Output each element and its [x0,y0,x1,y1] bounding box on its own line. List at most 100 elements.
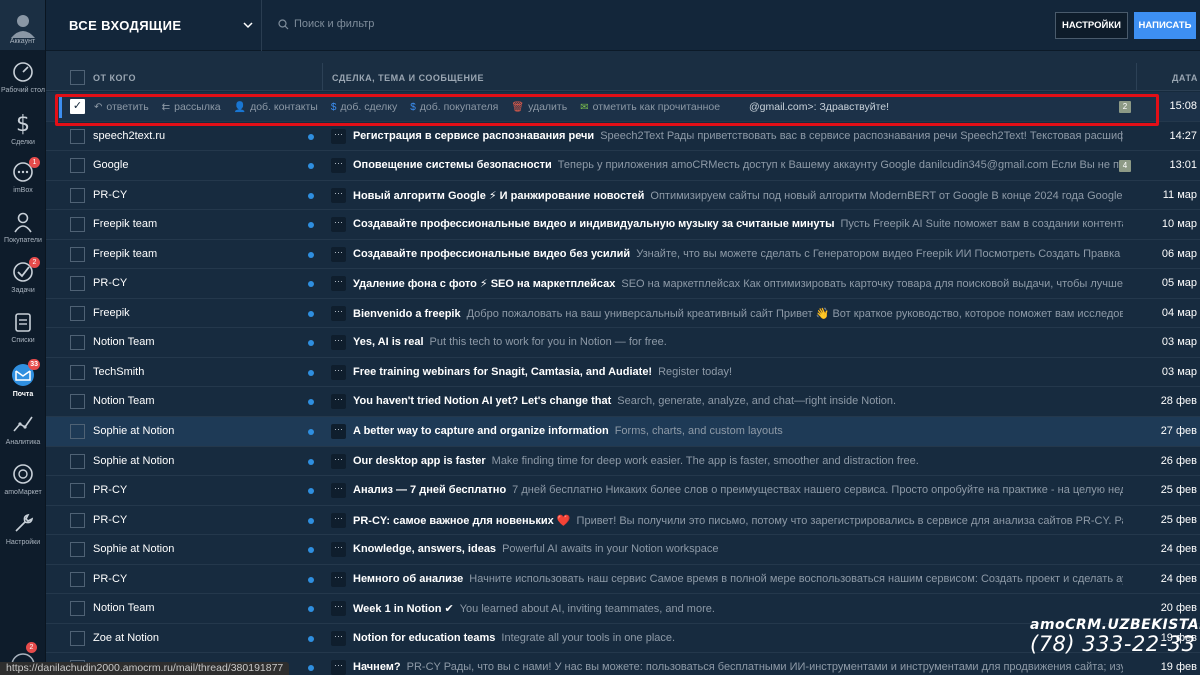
email-row[interactable]: PR-CY ··· Немного об анализе Начните исполь… [46,564,1200,595]
sidebar-item-label: Сделки [11,139,35,146]
email-row[interactable]: Notion Team ··· You haven't tried Notion A… [46,387,1200,418]
more-options-icon[interactable]: ··· [331,512,346,528]
dollar-icon: $ [11,110,35,136]
email-preview: Make finding time for deep work easier. … [491,454,919,467]
action-reply[interactable]: ↶ ответить [94,101,149,113]
email-date: 19 фев [1160,661,1197,674]
email-row[interactable]: Freepik team ··· Создавайте профессиональн… [46,210,1200,240]
inbox-folder-selector[interactable]: ВСЕ ВХОДЯЩИЕ [46,0,262,51]
more-options-icon[interactable]: ··· [331,305,346,321]
email-row[interactable]: PR-CY ··· Анализ — 7 дней бесплатно 7 дней … [46,476,1200,506]
thread-count-badge: 2 [1119,101,1131,113]
row-checkbox[interactable] [70,630,85,646]
email-subject: Yes, AI is real [353,336,424,349]
select-all-checkbox[interactable] [70,70,85,85]
email-date: 20 фев [1160,602,1197,615]
sidebar-item-7[interactable]: Аналитика [0,412,46,447]
action-trash[interactable]: 🗑 удалить [511,101,567,113]
email-row[interactable]: speech2text.ru ··· Регистрация в сервисе р… [46,121,1200,152]
email-row[interactable]: TechSmith ··· Free training webinars for S… [46,357,1200,388]
more-options-icon[interactable]: ··· [331,483,346,499]
email-row[interactable]: PR-CY ··· PR-CY: самое важное для новеньки… [46,505,1200,536]
email-row[interactable]: PR-CY ··· Новый алгоритм Google ⚡ И ранжир… [46,180,1200,211]
row-checkbox[interactable] [70,364,85,380]
email-row[interactable]: Sophie at Notion ··· Our desktop app is fa… [46,446,1200,477]
more-options-icon[interactable]: ··· [331,217,346,233]
email-row[interactable]: Notion Team ··· Week 1 in Notion ✔ You lear… [46,594,1200,624]
more-options-icon[interactable]: ··· [331,601,346,617]
action-add-customer[interactable]: $ доб. покупателя [410,101,498,113]
email-row[interactable]: Sophie at Notion ··· Knowledge, answers, i… [46,535,1200,565]
sidebar-item-5[interactable]: Списки [0,310,46,345]
row-checkbox[interactable] [70,158,85,174]
row-checkbox[interactable] [70,217,85,233]
row-checkbox[interactable] [70,394,85,410]
email-row[interactable]: Google ··· Оповещение системы безопасности… [46,151,1200,181]
action-reply-all[interactable]: ⇇ рассылка [162,101,221,113]
action-label: отметить как прочитанное [592,101,721,113]
more-options-icon[interactable]: ··· [331,246,346,262]
sidebar-item-9[interactable]: Настройки [0,512,46,547]
row-checkbox-checked[interactable]: ✓ [70,99,85,114]
sidebar-item-1[interactable]: $ Сделки [0,110,46,147]
settings-button[interactable]: НАСТРОЙКИ [1055,12,1128,39]
more-options-icon[interactable]: ··· [331,660,346,675]
sidebar-item-0[interactable]: Рабочий стол [0,60,46,95]
top-bar: ВСЕ ВХОДЯЩИЕ Поиск и фильтр НАСТРОЙКИ НА… [46,0,1200,51]
row-checkbox[interactable] [70,542,85,558]
email-row[interactable]: Freepik team ··· Создавайте профессиональн… [46,239,1200,270]
row-checkbox[interactable] [70,571,85,587]
more-options-icon[interactable]: ··· [331,158,346,174]
sidebar-item-8[interactable]: amoМаркет [0,462,46,497]
more-options-icon[interactable]: ··· [331,394,346,410]
column-from[interactable]: ОТ КОГО [93,73,136,83]
column-header: ОТ КОГО СДЕЛКА, ТЕМА И СООБЩЕНИЕ ДАТА [46,51,1200,91]
action-add-contact[interactable]: 👤 доб. контакты [234,101,318,113]
email-row[interactable]: Sophie at Notion ··· A better way to captu… [46,417,1200,447]
sidebar-item-3[interactable]: Покупатели [0,210,46,245]
row-checkbox[interactable] [70,305,85,321]
more-options-icon[interactable]: ··· [331,542,346,558]
email-row[interactable]: PR-CY ··· Удаление фона с фото ⚡ SEO на ма… [46,269,1200,299]
more-options-icon[interactable]: ··· [331,453,346,469]
row-checkbox[interactable] [70,453,85,469]
sidebar-item-2[interactable]: imBox 1 [0,157,46,195]
more-options-icon[interactable]: ··· [331,364,346,380]
column-date[interactable]: ДАТА [1172,73,1198,83]
unread-dot [308,192,314,199]
email-row[interactable]: Zoe at Notion ··· Notion for education tea… [46,623,1200,654]
email-date: 11 мар [1162,188,1197,201]
column-subject[interactable]: СДЕЛКА, ТЕМА И СООБЩЕНИЕ [332,73,484,83]
row-checkbox[interactable] [70,335,85,351]
email-row[interactable]: Freepik ··· Bienvenido a freepik Добро пожа… [46,298,1200,329]
action-add-deal[interactable]: $ доб. сделку [331,101,397,113]
email-preview: Forms, charts, and custom layouts [614,425,783,438]
row-checkbox[interactable] [70,246,85,262]
more-options-icon[interactable]: ··· [331,424,346,440]
more-options-icon[interactable]: ··· [331,187,346,203]
sidebar-item-6[interactable]: Почта 33 [0,359,46,399]
more-options-icon[interactable]: ··· [331,630,346,646]
account-item[interactable]: Аккаунт [0,0,45,50]
selected-email-row[interactable]: ✓ ↶ ответить ⇇ рассылка 👤 доб. контакты $ доб. … [46,92,1200,122]
row-checkbox[interactable] [70,187,85,203]
compose-button[interactable]: НАПИСАТЬ [1134,12,1196,39]
email-row[interactable]: Notion Team ··· Yes, AI is real Put this te… [46,328,1200,358]
sidebar-item-4[interactable]: Задачи 2 [0,257,46,295]
row-checkbox[interactable] [70,512,85,528]
search-input[interactable]: Поиск и фильтр [278,18,374,30]
row-checkbox[interactable] [70,601,85,617]
email-date: 15:08 [1169,100,1197,112]
email-subject: A better way to capture and organize inf… [353,425,609,438]
more-options-icon[interactable]: ··· [331,128,346,144]
row-checkbox[interactable] [70,276,85,292]
more-options-icon[interactable]: ··· [331,335,346,351]
row-checkbox[interactable] [70,483,85,499]
more-options-icon[interactable]: ··· [331,276,346,292]
more-options-icon[interactable]: ··· [331,571,346,587]
email-subject: Knowledge, answers, ideas [353,543,497,556]
row-checkbox[interactable] [70,128,85,144]
market-icon [11,462,35,486]
row-checkbox[interactable] [70,424,85,440]
action-mark-read[interactable]: ✉ отметить как прочитанное [580,101,720,113]
